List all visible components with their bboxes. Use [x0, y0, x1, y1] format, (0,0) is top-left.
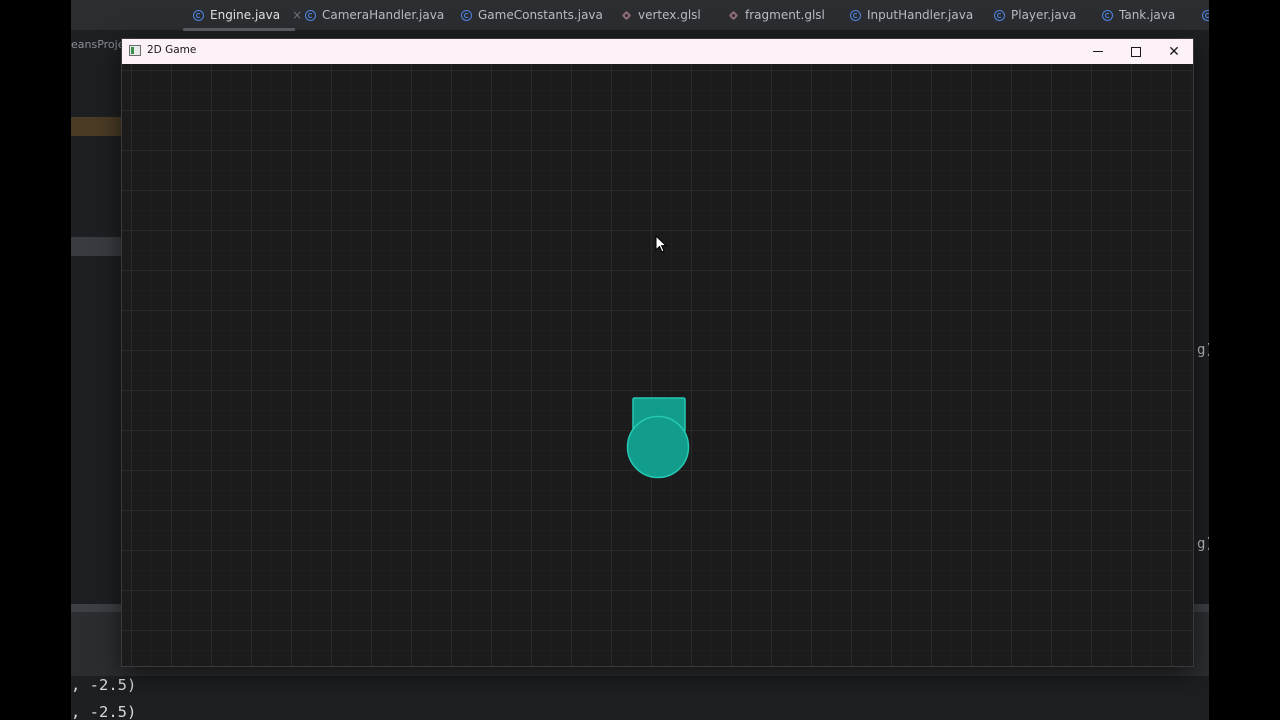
code-fragment: g): [1197, 536, 1209, 552]
selected-line: [71, 237, 123, 256]
tab-overflow[interactable]: [1202, 0, 1209, 30]
java-class-icon: [193, 9, 204, 21]
tab-inputhandler-java[interactable]: InputHandler.java: [850, 0, 973, 30]
game-window[interactable]: 2D Game ✕: [122, 39, 1193, 666]
tab-fragment-glsl[interactable]: fragment.glsl: [728, 0, 825, 30]
tank-body: [626, 415, 690, 479]
tab-label: fragment.glsl: [745, 8, 825, 22]
tab-vertex-glsl[interactable]: vertex.glsl: [621, 0, 701, 30]
game-canvas[interactable]: [122, 64, 1193, 666]
tab-label: Tank.java: [1119, 8, 1176, 22]
tab-engine-java[interactable]: Engine.java ×: [193, 0, 302, 30]
tab-label: Engine.java: [210, 8, 281, 22]
close-icon[interactable]: ×: [292, 8, 302, 22]
java-class-icon: [305, 9, 316, 21]
minimize-icon[interactable]: [1079, 39, 1117, 64]
active-tab-indicator: [183, 28, 295, 31]
glsl-file-icon: [728, 10, 739, 21]
java-class-icon: [850, 9, 861, 21]
tab-camerahandler-java[interactable]: CameraHandler.java: [305, 0, 444, 30]
player-tank: [626, 397, 690, 479]
maximize-icon[interactable]: [1117, 39, 1155, 64]
code-fragment: g): [1197, 342, 1209, 358]
app-window-icon: [129, 45, 141, 56]
tab-tank-java[interactable]: Tank.java: [1102, 0, 1175, 30]
tab-label: GameConstants.java: [478, 8, 603, 22]
java-class-icon: [1102, 9, 1113, 21]
mouse-cursor-icon: [655, 235, 667, 253]
java-class-icon: [1202, 9, 1209, 21]
tab-label: vertex.glsl: [638, 8, 701, 22]
console-line: , -2.5): [71, 703, 137, 720]
tab-label: InputHandler.java: [867, 8, 974, 22]
run-console: , -2.5) , -2.5): [71, 676, 1209, 720]
window-titlebar[interactable]: 2D Game ✕: [122, 39, 1193, 64]
java-class-icon: [994, 9, 1005, 21]
window-title: 2D Game: [147, 44, 197, 56]
tab-label: Player.java: [1011, 8, 1077, 22]
java-class-icon: [461, 9, 472, 21]
glsl-file-icon: [621, 10, 632, 21]
editor-tab-bar: Engine.java × CameraHandler.java GameCon…: [71, 0, 1209, 31]
project-name-label: eansProje: [71, 38, 125, 51]
console-line: , -2.5): [71, 676, 137, 694]
tab-label: CameraHandler.java: [322, 8, 445, 22]
tab-player-java[interactable]: Player.java: [994, 0, 1076, 30]
highlighted-line: [71, 117, 123, 136]
tab-gameconstants-java[interactable]: GameConstants.java: [461, 0, 603, 30]
close-icon[interactable]: ✕: [1155, 39, 1193, 64]
